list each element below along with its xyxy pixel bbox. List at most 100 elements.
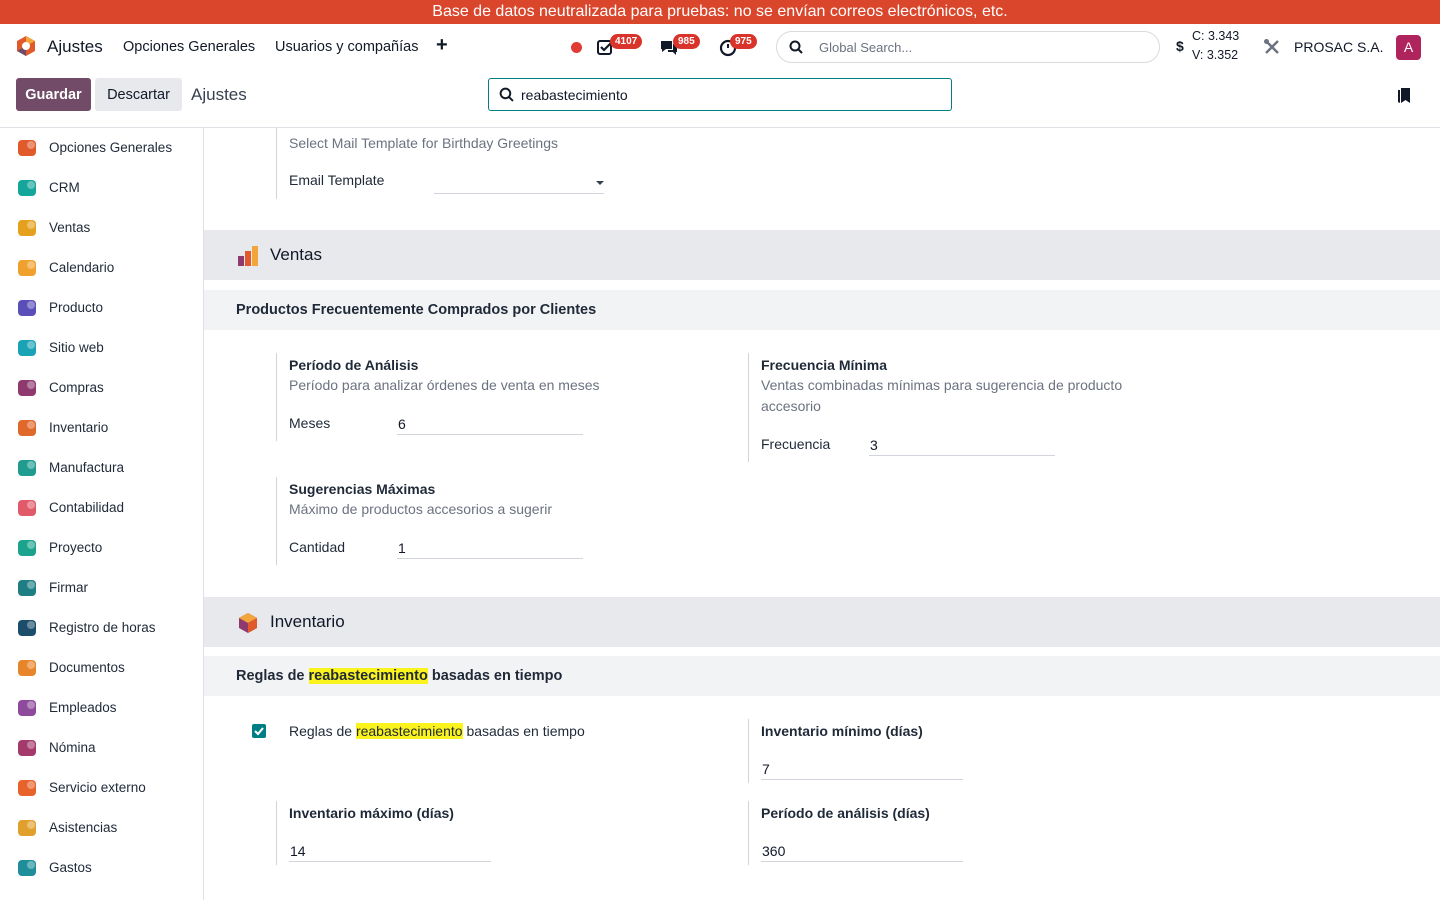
sidebar-item-label: Opciones Generales <box>49 140 173 155</box>
min-frequency-title: Frecuencia Mínima <box>761 357 888 373</box>
record-indicator-icon[interactable] <box>571 42 582 53</box>
analysis-period-desc: Período para analizar órdenes de venta e… <box>289 377 600 393</box>
accounting-icon <box>18 500 36 516</box>
product-icon <box>18 300 36 316</box>
global-search-input[interactable]: Global Search... <box>776 31 1160 63</box>
inventory-icon <box>18 420 36 436</box>
quantity-input[interactable]: 1 <box>397 537 583 559</box>
sidebar-item-label: Sitio web <box>49 340 104 355</box>
setting-divider <box>748 801 749 865</box>
sidebar-item-product[interactable]: Producto <box>0 288 203 328</box>
sidebar-item-payroll[interactable]: Nómina <box>0 728 203 768</box>
sidebar-item-settings[interactable]: Opciones Generales <box>0 128 203 168</box>
sales-icon <box>238 246 258 266</box>
activities-badge: 4107 <box>610 34 643 49</box>
sidebar-item-calendar[interactable]: Calendario <box>0 248 203 288</box>
search-icon <box>499 87 514 102</box>
settings-search-input[interactable] <box>521 85 941 105</box>
birthday-template-desc: Select Mail Template for Birthday Greeti… <box>289 135 558 151</box>
max-inventory-title: Inventario máximo (días) <box>289 805 454 821</box>
discard-button[interactable]: Descartar <box>95 78 182 111</box>
sidebar-item-inventory[interactable]: Inventario <box>0 408 203 448</box>
sidebar-item-label: Registro de horas <box>49 620 156 635</box>
sidebar-item-label: Firmar <box>49 580 88 595</box>
payroll-icon <box>18 740 36 756</box>
timesheet-icon <box>18 620 36 636</box>
replenishment-rules-label[interactable]: Reglas de reabastecimiento basadas en ti… <box>289 723 585 739</box>
sidebar-item-label: Calendario <box>49 260 115 275</box>
sidebar-item-timesheet[interactable]: Registro de horas <box>0 608 203 648</box>
exchange-rate-sell: V: 3.352 <box>1192 48 1239 62</box>
sidebar-item-attendances[interactable]: Asistencias <box>0 808 203 848</box>
chevron-down-icon[interactable] <box>596 181 604 185</box>
max-inventory-input[interactable]: 14 <box>289 840 491 862</box>
save-button[interactable]: Guardar <box>16 78 91 111</box>
crm-icon <box>18 180 36 196</box>
frequently-bought-title: Productos Frecuentemente Comprados por C… <box>236 302 597 318</box>
calendar-icon <box>18 260 36 276</box>
min-inventory-title: Inventario mínimo (días) <box>761 723 923 739</box>
sidebar-item-label: Producto <box>49 300 104 315</box>
months-input[interactable]: 6 <box>397 413 583 435</box>
purchase-icon <box>18 380 36 396</box>
bookmark-icon[interactable] <box>1397 87 1411 104</box>
check-icon <box>254 727 264 736</box>
settings-search-box[interactable] <box>488 78 952 111</box>
replenishment-section-title: Reglas de reabastecimiento basadas en ti… <box>236 668 563 684</box>
settings-app-icon[interactable] <box>15 35 37 57</box>
frequency-input[interactable]: 3 <box>869 434 1055 456</box>
app-name[interactable]: Ajustes <box>47 37 103 57</box>
sidebar-item-crm[interactable]: CRM <box>0 168 203 208</box>
sidebar-item-sign[interactable]: Firmar <box>0 568 203 608</box>
settings-icon <box>18 140 36 156</box>
inventory-app-header: Inventario <box>204 597 1440 647</box>
sidebar-item-label: Contabilidad <box>49 500 125 515</box>
sidebar-item-label: Asistencias <box>49 820 118 835</box>
sales-title: Ventas <box>270 245 322 264</box>
manufacturing-icon <box>18 460 36 476</box>
setting-divider <box>276 353 277 441</box>
menu-general-options[interactable]: Opciones Generales <box>123 39 255 55</box>
sign-icon <box>18 580 36 596</box>
sidebar-item-label: Manufactura <box>49 460 125 475</box>
employees-icon <box>18 700 36 716</box>
sidebar-item-website[interactable]: Sitio web <box>0 328 203 368</box>
replenishment-section: Reglas de reabastecimiento basadas en ti… <box>204 656 1440 696</box>
website-icon <box>18 340 36 356</box>
sidebar-item-purchase[interactable]: Compras <box>0 368 203 408</box>
inventory-icon <box>239 613 257 633</box>
min-inventory-input[interactable]: 7 <box>761 758 963 780</box>
email-template-select[interactable] <box>434 172 604 194</box>
max-suggestions-desc: Máximo de productos accesorios a sugerir <box>289 501 553 517</box>
setting-divider <box>276 477 277 565</box>
user-avatar[interactable]: A <box>1396 35 1421 60</box>
quick-create-button[interactable]: + <box>436 34 448 57</box>
sidebar-item-project[interactable]: Proyecto <box>0 528 203 568</box>
sidebar-item-label: Gastos <box>49 860 92 875</box>
sidebar-item-manufacturing[interactable]: Manufactura <box>0 448 203 488</box>
sidebar-item-label: CRM <box>49 180 80 195</box>
menu-users-companies[interactable]: Usuarios y compañías <box>275 39 418 55</box>
debug-tools-icon[interactable] <box>1263 38 1281 56</box>
exchange-rate-buy: C: 3.343 <box>1192 29 1240 43</box>
email-template-label: Email Template <box>289 172 385 188</box>
sidebar-item-sales[interactable]: Ventas <box>0 208 203 248</box>
sidebar-item-label: Ventas <box>49 220 91 235</box>
analysis-period-title: Período de Análisis <box>289 357 419 373</box>
months-label: Meses <box>289 415 331 431</box>
neutralized-db-banner: Base de datos neutralizada para pruebas:… <box>0 0 1440 24</box>
frequently-bought-section: Productos Frecuentemente Comprados por C… <box>204 290 1440 330</box>
sidebar-item-accounting[interactable]: Contabilidad <box>0 488 203 528</box>
replenishment-rules-checkbox[interactable] <box>252 724 266 738</box>
sidebar-item-expenses[interactable]: Gastos <box>0 848 203 888</box>
project-icon <box>18 540 36 556</box>
messages-badge: 985 <box>673 34 700 49</box>
setting-divider <box>276 128 277 199</box>
sidebar-item-label: Compras <box>49 380 104 395</box>
sidebar-item-documents[interactable]: Documentos <box>0 648 203 688</box>
sidebar-item-label: Inventario <box>49 420 109 435</box>
company-switcher[interactable]: PROSAC S.A. <box>1294 39 1383 55</box>
sidebar-item-field-service[interactable]: Servicio externo <box>0 768 203 808</box>
sidebar-item-employees[interactable]: Empleados <box>0 688 203 728</box>
analysis-days-input[interactable]: 360 <box>761 840 963 862</box>
